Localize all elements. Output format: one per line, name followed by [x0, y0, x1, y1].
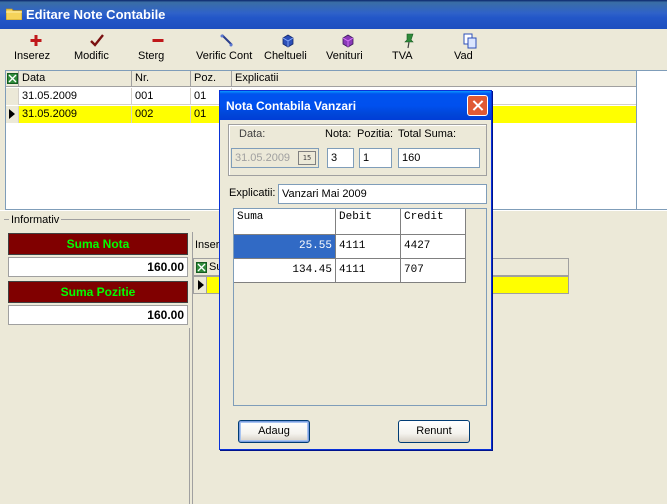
- cell-data[interactable]: 31.05.2009: [19, 88, 132, 105]
- nota-label: Nota:: [325, 128, 352, 140]
- dialog-title-bar[interactable]: Nota Contabila Vanzari: [220, 91, 491, 120]
- calendar-button[interactable]: 15: [298, 151, 316, 165]
- cell-credit[interactable]: 707: [401, 259, 466, 283]
- col-nr[interactable]: Nr.: [132, 71, 191, 87]
- cell-suma[interactable]: 134.45: [234, 259, 336, 283]
- minus-icon: [152, 39, 164, 42]
- data-label: Data:: [239, 128, 266, 140]
- pozitie-field[interactable]: 1: [359, 148, 392, 168]
- col-poz[interactable]: Poz.: [191, 71, 232, 87]
- cube-red-icon: [342, 34, 354, 48]
- current-row-arrow-icon: [198, 280, 204, 290]
- nota-contabila-dialog: Nota Contabila Vanzari Data: 31.05.2009 …: [219, 90, 492, 450]
- left-empty-panel: [4, 328, 190, 504]
- explicatii-label: Explicatii:: [229, 187, 276, 199]
- col-debit[interactable]: Debit: [336, 209, 401, 235]
- cell-nr[interactable]: 001: [132, 88, 191, 105]
- current-row-arrow-icon: [9, 109, 15, 119]
- total-suma-label: Total Suma:: [398, 128, 457, 140]
- info-legend: Informativ: [9, 214, 62, 226]
- modify-button[interactable]: Modific: [74, 32, 120, 66]
- col-credit[interactable]: Credit: [401, 209, 466, 235]
- suma-pozitie-value: 160.00: [8, 305, 188, 325]
- wand-icon: [220, 34, 233, 47]
- row-indicator: [6, 88, 19, 105]
- cube-blue-icon: [282, 34, 294, 48]
- checkmark-icon: [90, 34, 104, 47]
- nota-field[interactable]: 3: [327, 148, 354, 168]
- cancel-button[interactable]: Renunt: [398, 420, 470, 443]
- delete-button[interactable]: Sterg: [138, 32, 178, 66]
- window-title: Editare Note Contabile: [26, 7, 166, 22]
- suma-nota-value: 160.00: [8, 257, 188, 277]
- pin-icon: [404, 33, 414, 49]
- toolbar: Inserez Modific Sterg Verific Cont Chelt…: [0, 29, 667, 69]
- main-title-bar: Editare Note Contabile: [0, 0, 667, 29]
- row-indicator: [6, 106, 19, 123]
- dialog-title: Nota Contabila Vanzari: [226, 99, 357, 113]
- add-button[interactable]: Adaug: [238, 420, 310, 443]
- suma-nota-label: Suma Nota: [8, 233, 188, 255]
- cell-suma[interactable]: 25.55: [234, 235, 336, 259]
- total-suma-field[interactable]: 160: [398, 148, 480, 168]
- copy-icon: [463, 33, 477, 49]
- grid-corner: [6, 71, 19, 87]
- row-indicator: [194, 277, 207, 293]
- close-button[interactable]: [467, 95, 488, 116]
- dialog-body: Data: 31.05.2009 15 Nota: 3 Pozitia: 1 T…: [223, 120, 490, 448]
- cell-data[interactable]: 31.05.2009: [19, 106, 132, 123]
- main-grid-header: Data Nr. Poz. Explicatii: [6, 71, 636, 87]
- cell-debit[interactable]: 4111: [336, 259, 401, 283]
- verify-account-button[interactable]: Verific Cont: [196, 32, 258, 66]
- grid-right-edge: [637, 70, 667, 210]
- excel-icon: [7, 73, 18, 84]
- tva-button[interactable]: TVA: [392, 32, 426, 66]
- pozitie-label: Pozitia:: [357, 128, 394, 140]
- cell-credit[interactable]: 4427: [401, 235, 466, 259]
- excel-icon: [196, 262, 207, 273]
- col-data[interactable]: Data: [19, 71, 132, 87]
- revenues-button[interactable]: Venituri: [326, 32, 370, 66]
- cell-debit[interactable]: 4111: [336, 235, 401, 259]
- col-suma[interactable]: Suma: [234, 209, 336, 235]
- view-button[interactable]: Vad: [454, 32, 486, 66]
- folder-icon: [6, 8, 22, 20]
- plus-icon: [30, 35, 42, 46]
- col-explicatii[interactable]: Explicatii: [232, 71, 636, 87]
- suma-pozitie-label: Suma Pozitie: [8, 281, 188, 303]
- explicatii-field[interactable]: Vanzari Mai 2009: [278, 184, 487, 204]
- cell-nr[interactable]: 002: [132, 106, 191, 123]
- insert-button[interactable]: Inserez: [14, 32, 58, 66]
- expenses-button[interactable]: Cheltueli: [264, 32, 312, 66]
- dialog-grid[interactable]: Suma Debit Credit 25.55 4111 4427 134.45…: [233, 208, 487, 406]
